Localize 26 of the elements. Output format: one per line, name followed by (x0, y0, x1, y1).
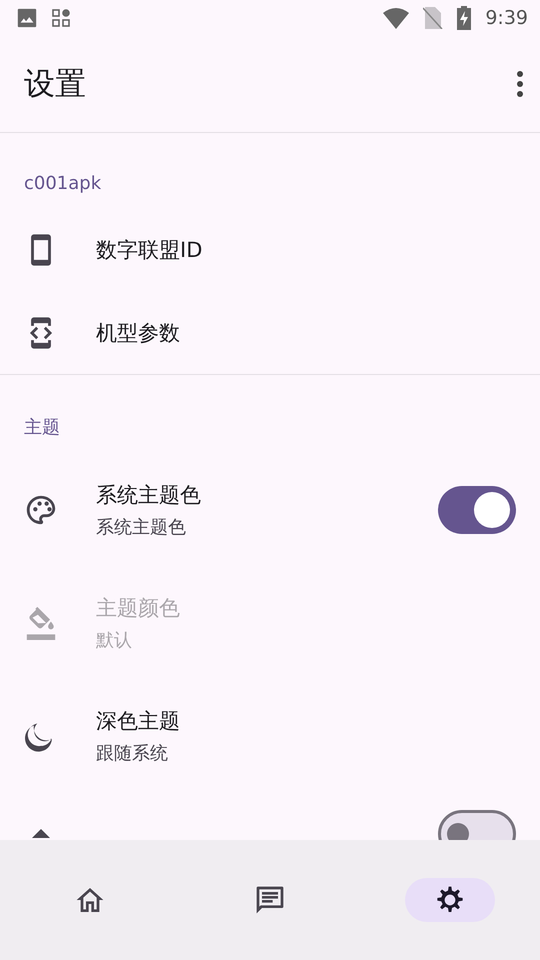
apps-icon (52, 9, 70, 27)
setting-title: 深色主题 (96, 708, 181, 734)
image-icon (16, 7, 38, 29)
settings-row[interactable]: 系统主题色 系统主题色 (0, 453, 540, 566)
setting-title: 系统主题色 (96, 482, 202, 508)
more-options-icon[interactable] (516, 70, 524, 98)
wifi-icon (383, 7, 410, 29)
section-header: c001apk (23, 172, 102, 196)
setting-subtitle: 默认 (96, 628, 133, 652)
settings-row[interactable]: 深色主题 跟随系统 (0, 679, 540, 792)
settings-row[interactable]: 数字联盟ID (0, 208, 540, 291)
setting-title: 主题颜色 (96, 594, 181, 622)
status-time: 9:39 (485, 7, 528, 29)
settings-row[interactable]: 机型参数 (0, 291, 540, 374)
setting-title: 机型参数 (96, 320, 181, 346)
page-title: 设置 (24, 65, 86, 104)
setting-subtitle: 跟随系统 (96, 742, 169, 764)
setting-title: 数字联盟ID (96, 236, 204, 264)
message-icon (254, 884, 286, 916)
triangle-icon (32, 829, 50, 838)
toggle-switch[interactable] (438, 486, 516, 534)
paint-bucket-icon (24, 606, 58, 640)
no-sim-icon (423, 7, 444, 29)
setting-subtitle: 系统主题色 (96, 516, 187, 538)
battery-charging-icon (457, 6, 472, 30)
section-header: 主题 (23, 416, 61, 440)
